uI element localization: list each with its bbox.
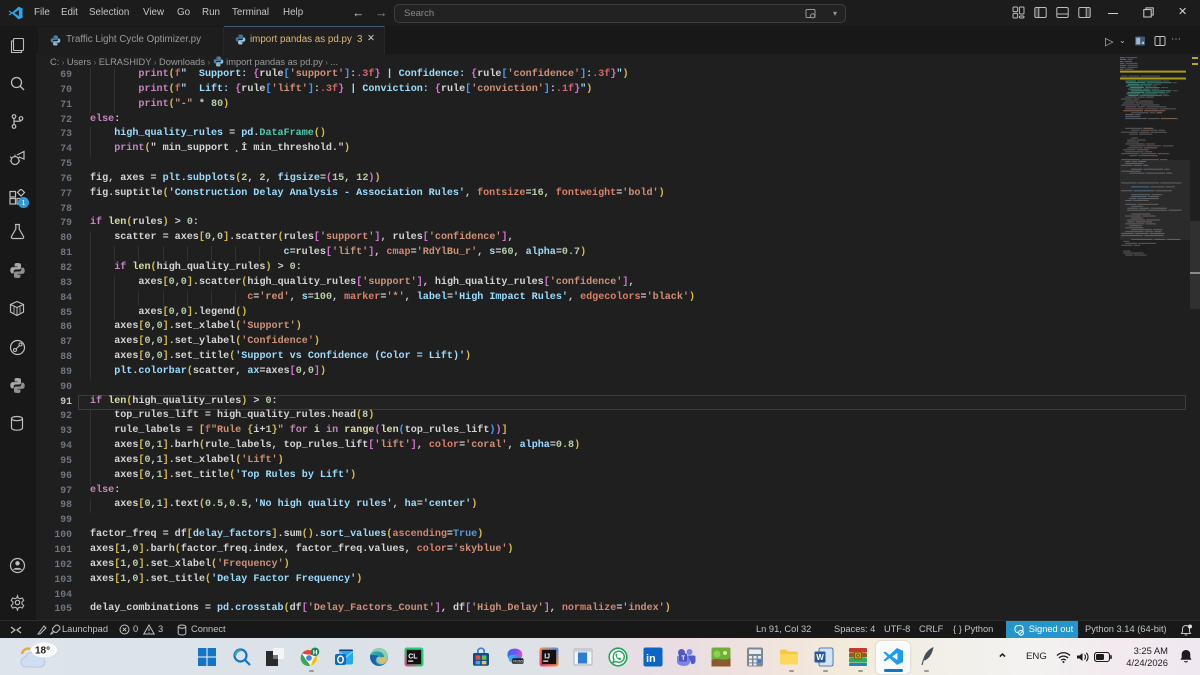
svg-text:H: H (313, 649, 318, 656)
svg-text:◕: ◕ (1141, 41, 1145, 47)
svg-text:CL: CL (408, 654, 418, 661)
svg-text:z: z (1188, 651, 1191, 657)
svg-text:18°: 18° (35, 646, 50, 657)
svg-text:IJ: IJ (544, 654, 550, 661)
svg-text:in: in (646, 653, 656, 665)
svg-text:M365: M365 (513, 659, 523, 664)
svg-text:W: W (816, 653, 824, 662)
svg-text:T: T (681, 655, 685, 662)
